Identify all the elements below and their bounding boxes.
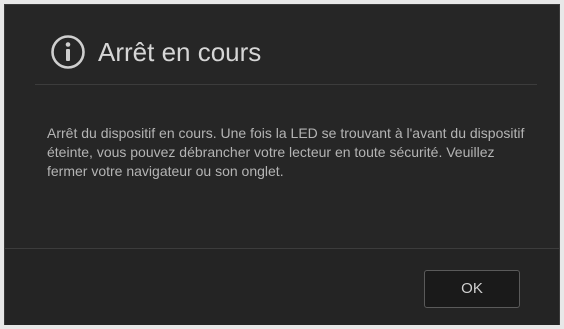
dialog-header: Arrêt en cours (5, 5, 559, 85)
info-icon (50, 34, 86, 70)
dialog-message: Arrêt du dispositif en cours. Une fois l… (47, 125, 525, 179)
dialog-footer: OK (5, 249, 559, 325)
dialog-title: Arrêt en cours (98, 37, 262, 67)
shutdown-dialog: Arrêt en cours Arrêt du dispositif en co… (4, 4, 560, 325)
header-divider (35, 84, 537, 85)
ok-button[interactable]: OK (424, 270, 520, 308)
